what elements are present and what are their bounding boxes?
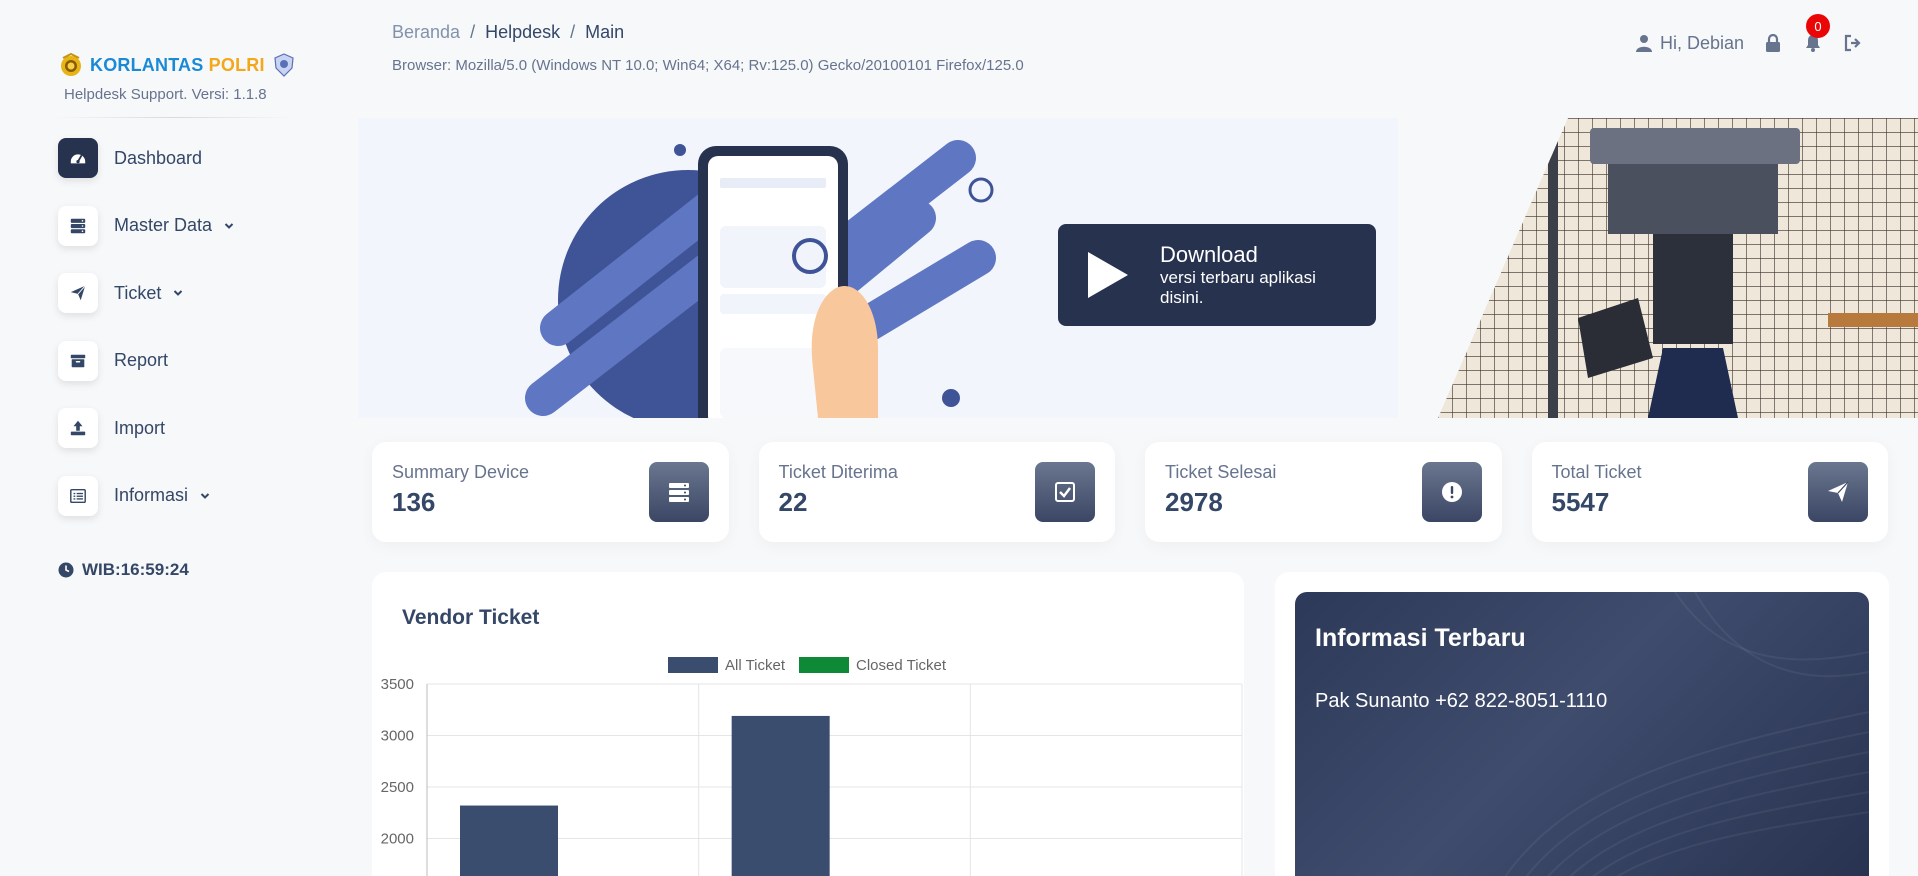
info-card: Informasi Terbaru Pak Sunanto +62 822-80…	[1295, 592, 1869, 876]
breadcrumb-separator: /	[570, 22, 576, 42]
vendor-ticket-chart: All Ticket Closed Ticket 2000 2500 3000 3500	[381, 657, 1243, 876]
dashboard-icon	[58, 138, 98, 178]
banner-illustration: Download versi terbaru aplikasi disini.	[358, 118, 1398, 418]
vendor-ticket-panel: Vendor Ticket All Ticket Closed Ticket 200…	[372, 572, 1244, 876]
breadcrumb-item-beranda[interactable]: Beranda	[392, 22, 460, 43]
stat-card-total-ticket[interactable]: Total Ticket 5547	[1531, 442, 1888, 542]
brand-title: KORLANTAS POLRI	[90, 55, 265, 76]
sign-out-icon	[1844, 34, 1861, 52]
sidebar-item-label: Import	[114, 417, 166, 438]
download-text: Download versi terbaru aplikasi disini.	[1160, 242, 1316, 308]
list-icon	[58, 475, 98, 516]
stat-card-ticket-diterima[interactable]: Ticket Diterima 22	[758, 442, 1115, 542]
brand-name-part2: POLRI	[208, 54, 265, 75]
sidebar-item-label: Report	[114, 350, 169, 370]
y-tick-label: 2000	[381, 831, 414, 848]
user-greeting: Hi, Debian	[1659, 32, 1744, 53]
legend-label: All Ticket	[725, 657, 786, 674]
stat-card-ticket-selesai[interactable]: Ticket Selesai 2978	[1145, 442, 1502, 542]
notification-badge: 0	[1806, 14, 1830, 38]
legend-label: Closed Ticket	[856, 657, 947, 674]
stats-row: Summary Device 136 Ticket Diterima 22 Ti…	[372, 442, 1888, 542]
chevron-down-icon	[200, 492, 210, 499]
user-menu[interactable]: Hi, Debian	[1635, 32, 1744, 54]
sidebar-item-master-data[interactable]: Master Data	[58, 205, 234, 246]
sidebar-item-informasi[interactable]: Informasi	[58, 475, 234, 516]
info-text: Pak Sunanto +62 822-8051-1110	[1315, 690, 1608, 712]
download-line2: disini.	[1160, 288, 1204, 307]
info-title: Informasi Terbaru	[1315, 624, 1526, 652]
sidebar: KORLANTAS POLRI Helpdesk Support. Versi:…	[0, 0, 330, 876]
clock: WIB:16:59:24	[58, 560, 189, 580]
download-title: Download	[1160, 242, 1258, 267]
y-tick-label: 3500	[381, 676, 414, 693]
bar	[460, 805, 558, 876]
logout-button[interactable]	[1842, 32, 1864, 54]
sidebar-item-label: Dashboard	[114, 147, 203, 168]
info-panel: Informasi Terbaru Pak Sunanto +62 822-80…	[1275, 572, 1889, 876]
lock-icon	[1766, 34, 1780, 52]
y-tick-label: 2500	[381, 779, 414, 796]
y-tick-label: 3000	[381, 728, 414, 745]
legend-swatch	[799, 657, 849, 673]
chevron-down-icon	[224, 222, 234, 229]
download-line1: versi terbaru aplikasi	[1160, 268, 1316, 287]
notification-button[interactable]: 0	[1802, 14, 1830, 54]
upload-icon	[58, 408, 98, 448]
chevron-down-icon	[174, 290, 183, 296]
archive-icon	[58, 340, 98, 381]
server-rack-photo	[1438, 118, 1918, 418]
brand-subtitle: Helpdesk Support. Versi: 1.1.8	[64, 86, 267, 103]
breadcrumb-item-helpdesk[interactable]: Helpdesk	[485, 22, 560, 43]
breadcrumb-separator: /	[470, 22, 476, 42]
server-icon	[648, 462, 709, 522]
exclamation-circle-icon	[1421, 462, 1482, 522]
legend-swatch	[668, 657, 718, 673]
play-icon	[1088, 252, 1128, 298]
bar	[731, 715, 830, 876]
sidebar-item-import[interactable]: Import	[58, 408, 234, 448]
sidebar-divider	[52, 117, 296, 118]
check-square-icon	[1035, 462, 1095, 522]
sidebar-item-ticket[interactable]: Ticket	[58, 273, 234, 313]
header-actions: Hi, Debian 0	[1635, 14, 1864, 54]
sidebar-nav: Dashboard Master Data Ticket Report Impo…	[58, 138, 234, 543]
breadcrumb: Beranda / Helpdesk / Main	[392, 22, 624, 43]
server-icon	[58, 205, 98, 246]
lock-button[interactable]	[1762, 32, 1784, 54]
police-emblem-icon	[61, 52, 81, 76]
sidebar-item-dashboard[interactable]: Dashboard	[58, 138, 234, 178]
sidebar-item-label: Informasi	[114, 485, 189, 505]
paper-plane-icon	[1808, 462, 1868, 522]
sidebar-item-label: Master Data	[114, 215, 213, 235]
download-banner: Download versi terbaru aplikasi disini.	[358, 118, 1918, 418]
korlantas-emblem-icon	[274, 53, 294, 77]
sidebar-item-report[interactable]: Report	[58, 340, 234, 381]
sidebar-item-label: Ticket	[114, 282, 162, 303]
browser-info: Browser: Mozilla/5.0 (Windows NT 10.0; W…	[392, 57, 1024, 74]
clock-time: 16:59:24	[120, 560, 189, 579]
banner-photo	[1438, 118, 1918, 418]
user-icon	[1635, 35, 1652, 52]
paper-plane-icon	[58, 273, 98, 313]
brand[interactable]: KORLANTAS POLRI	[58, 52, 297, 78]
breadcrumb-item-main: Main	[585, 22, 625, 42]
clock-icon	[58, 562, 74, 578]
clock-label: WIB:	[82, 560, 121, 579]
brand-name-part1: KORLANTAS	[90, 54, 204, 75]
download-app-button[interactable]: Download versi terbaru aplikasi disini.	[1058, 224, 1376, 326]
stat-card-summary-device[interactable]: Summary Device 136	[372, 442, 729, 542]
